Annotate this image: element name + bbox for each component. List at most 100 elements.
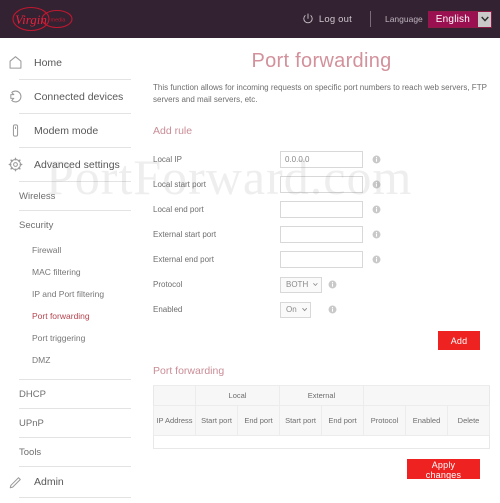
add-button[interactable]: Add [438,331,480,351]
field-label: Local end port [153,205,204,215]
protocol-value: BOTH [286,280,309,290]
sidebar-item-home[interactable]: Home [0,46,145,79]
form-row-enabled: Enabled On [153,299,490,320]
sidebar-item-label: DMZ [32,355,51,365]
sidebar-item-label: Connected devices [34,90,124,103]
sidebar-divider [19,497,131,498]
info-icon[interactable] [372,176,381,194]
sidebar-item-dmz[interactable]: DMZ [0,349,145,371]
add-button-row: Add [153,331,490,361]
local-ip-input[interactable] [280,151,363,169]
field-label: External end port [153,255,214,265]
field-label: Local start port [153,180,206,190]
form-row-local-start-port: Local start port [153,174,490,195]
table-group-header-row: Local External [153,385,490,407]
sidebar-item-label: Port triggering [32,333,86,343]
port-forwarding-table-heading: Port forwarding [153,365,225,378]
page-description: This function allows for incoming reques… [153,83,487,104]
gear-icon [8,157,30,172]
info-icon[interactable] [372,226,381,244]
sidebar-item-mac-filtering[interactable]: MAC filtering [0,261,145,283]
language-label: Language [384,14,423,24]
chevron-down-icon [313,283,318,287]
table-group-spacer [363,385,490,407]
info-icon[interactable] [328,276,337,294]
table-col-enabled: Enabled [405,405,448,437]
sidebar-item-label: Home [34,56,63,69]
protocol-select[interactable]: BOTH [280,276,322,293]
table-col-local-start-port: Start port [195,405,238,437]
local-end-port-input[interactable] [280,201,363,219]
table-group-external: External [279,385,364,407]
sidebar-nav: Home Connected devices Modem mode Advanc… [0,38,145,503]
sidebar-item-dhcp[interactable]: DHCP [0,380,145,408]
table-col-local-end-port: End port [237,405,280,437]
info-icon[interactable] [328,301,337,319]
sidebar-item-port-forwarding[interactable]: Port forwarding [0,305,145,327]
pencil-icon [8,475,30,490]
language-selected-value: English [428,11,477,27]
table-col-external-start-port: Start port [279,405,322,437]
sidebar-item-upnp[interactable]: UPnP [0,409,145,437]
form-row-local-ip: Local IP [153,149,490,170]
chevron-down-icon [301,308,307,312]
table-col-ip-address: IP Address [153,405,196,437]
external-end-port-input[interactable] [280,251,363,269]
enabled-value: On [286,305,297,315]
info-icon[interactable] [372,251,381,269]
sidebar-item-label: Firewall [32,245,62,255]
header-actions: Log out Language English [302,0,500,38]
sidebar-item-ip-and-port-filtering[interactable]: IP and Port filtering [0,283,145,305]
devices-icon [8,89,30,104]
form-row-local-end-port: Local end port [153,199,490,220]
sidebar-item-wireless[interactable]: Wireless [0,182,145,210]
sidebar-item-port-triggering[interactable]: Port triggering [0,327,145,349]
logout-button[interactable]: Log out [302,13,352,25]
info-icon[interactable] [372,201,381,219]
info-icon[interactable] [372,151,381,169]
sidebar-item-tools[interactable]: Tools [0,438,145,466]
apply-changes-button[interactable]: Apply changes [407,459,480,480]
chevron-down-icon[interactable] [477,11,491,27]
sidebar-item-security[interactable]: Security [0,211,145,239]
table-empty-row [153,435,490,449]
field-label: Protocol [153,280,183,290]
language-select[interactable]: English [427,10,492,28]
virgin-media-logo[interactable]: Virgin media [8,3,78,35]
sidebar-item-label: Port forwarding [32,311,90,321]
logout-label: Log out [318,13,352,25]
page-root: Virgin media Log out Language English Ho… [0,0,500,503]
apply-button-row: Apply changes [153,459,490,491]
table-group-spacer [153,385,196,407]
logo-icon: Virgin media [12,6,73,32]
form-row-external-start-port: External start port [153,224,490,245]
sidebar-item-admin[interactable]: Admin [0,467,145,497]
sidebar-item-modem-mode[interactable]: Modem mode [0,114,145,147]
enabled-select[interactable]: On [280,301,311,318]
power-icon [303,13,313,24]
table-col-delete: Delete [447,405,490,437]
sidebar-item-label: Modem mode [34,124,99,137]
home-icon [8,55,30,70]
top-header-bar: Virgin media Log out Language English [0,0,500,38]
sidebar-item-label: UPnP [19,417,44,429]
header-divider [369,11,371,27]
port-forwarding-table: Local External IP Address Start port End… [153,385,490,450]
external-start-port-input[interactable] [280,226,363,244]
modem-icon [8,123,30,138]
local-start-port-input[interactable] [280,176,363,194]
field-label: Local IP [153,155,182,165]
sidebar-item-advanced-settings[interactable]: Advanced settings [0,148,145,181]
field-label: External start port [153,230,217,240]
sidebar-item-label: MAC filtering [32,267,81,277]
field-label: Enabled [153,305,183,315]
form-row-external-end-port: External end port [153,249,490,270]
sidebar-item-firewall[interactable]: Firewall [0,239,145,261]
add-rule-heading: Add rule [153,125,193,138]
table-col-external-end-port: End port [321,405,364,437]
sidebar-item-label: Wireless [19,190,56,202]
sidebar-item-label: IP and Port filtering [32,289,105,299]
table-header-row: IP Address Start port End port Start por… [153,405,490,437]
table-group-local: Local [195,385,280,407]
sidebar-item-connected-devices[interactable]: Connected devices [0,80,145,113]
